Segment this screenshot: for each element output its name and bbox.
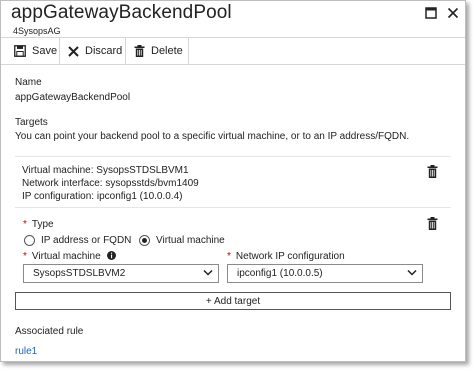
chevron-down-icon [407, 269, 417, 276]
discard-button[interactable]: Discard [68, 38, 122, 64]
chevron-down-icon [203, 269, 213, 276]
existing-ipconfig: IP configuration: ipconfig1 (10.0.0.4) [22, 191, 183, 202]
existing-target-card: Virtual machine: SysopsSTDSLBVM1 Network… [15, 156, 451, 208]
name-value: appGatewayBackendPool [15, 92, 131, 103]
toolbar-divider [125, 38, 126, 64]
command-toolbar: Save Discard Delete [1, 37, 465, 65]
nic-ip-field-label: * Network IP configuration [227, 251, 345, 262]
add-target-button[interactable]: + Add target [15, 292, 451, 310]
vm-label-text: Virtual machine [31, 251, 101, 262]
toolbar-divider [59, 38, 60, 64]
radio-virtual-machine[interactable] [139, 235, 150, 246]
required-marker: * [23, 219, 27, 230]
save-button[interactable]: Save [14, 38, 57, 64]
nic-ip-select[interactable]: ipconfig1 (10.0.0.5) [227, 264, 423, 283]
info-icon[interactable] [107, 251, 117, 260]
nic-ip-select-value: ipconfig1 (10.0.0.5) [237, 268, 323, 279]
targets-label: Targets [15, 117, 48, 128]
radio-virtual-machine-label: Virtual machine [156, 235, 225, 246]
blade-title: appGatewayBackendPool [11, 2, 232, 23]
delete-new-target-trash-icon[interactable] [427, 217, 438, 235]
required-marker: * [23, 251, 27, 262]
save-label: Save [32, 45, 58, 57]
required-marker: * [227, 251, 231, 262]
associated-rule-label: Associated rule [15, 326, 84, 337]
delete-button[interactable]: Delete [134, 38, 183, 64]
vm-field-label: * Virtual machine [23, 251, 117, 262]
vm-select[interactable]: SysopsSTDSLBVM2 [23, 264, 219, 283]
name-label: Name [15, 77, 42, 88]
existing-nic: Network interface: sysopsstds/bvm1409 [22, 178, 199, 189]
nic-ip-label-text: Network IP configuration [235, 251, 345, 262]
type-label-text: Type [31, 219, 54, 230]
radio-ip-fqdn-label: IP address or FQDN [41, 235, 132, 246]
delete-target-trash-icon[interactable] [427, 165, 438, 183]
vm-select-value: SysopsSTDSLBVM2 [33, 268, 126, 279]
targets-description: You can point your backend pool to a spe… [15, 131, 410, 142]
toolbar-divider [188, 38, 189, 64]
discard-x-icon [68, 45, 79, 57]
delete-label: Delete [151, 45, 183, 57]
save-icon [14, 45, 26, 57]
discard-label: Discard [85, 45, 123, 57]
backend-pool-blade: appGatewayBackendPool 4SysopsAG Save Dis… [0, 0, 466, 362]
trash-icon [134, 45, 145, 57]
maximize-icon[interactable] [423, 5, 439, 21]
existing-vm: Virtual machine: SysopsSTDSLBVM1 [22, 165, 189, 176]
blade-subtitle: 4SysopsAG [13, 26, 61, 36]
radio-ip-fqdn[interactable] [24, 235, 35, 246]
close-icon[interactable] [445, 5, 461, 21]
associated-rule-link[interactable]: rule1 [15, 346, 37, 357]
type-label: * Type [23, 219, 54, 230]
